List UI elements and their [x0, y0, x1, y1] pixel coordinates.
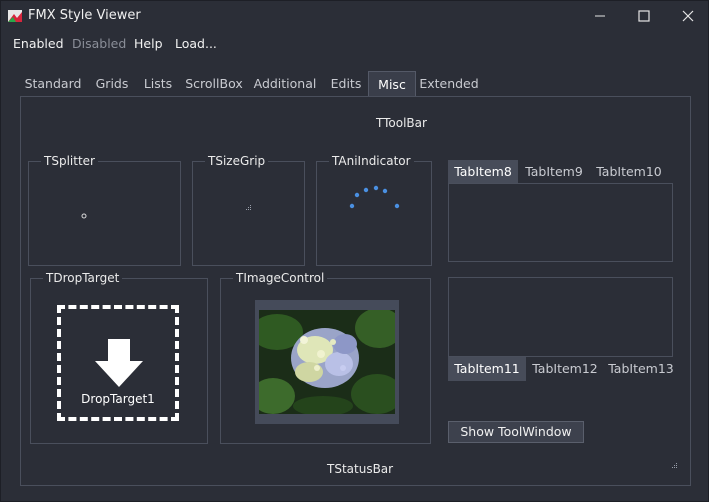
maximize-button[interactable] [622, 1, 666, 31]
splitter-group: TSplitter [28, 154, 181, 266]
minimize-button[interactable] [578, 1, 622, 31]
sizegrip-group: TSizeGrip [192, 154, 305, 266]
statusbar-size-grip-icon[interactable] [670, 463, 678, 471]
menu-bar: Enabled Disabled Help Load... [1, 31, 709, 57]
tab-item-9[interactable]: TabItem9 [520, 160, 588, 184]
tab-item-8[interactable]: TabItem8 [448, 160, 518, 184]
activity-indicator-icon [349, 185, 400, 209]
tab-standard[interactable]: Standard [20, 71, 86, 97]
tab-misc[interactable]: Misc [368, 71, 416, 97]
image-control-frame[interactable] [255, 300, 399, 424]
show-toolwindow-button[interactable]: Show ToolWindow [448, 421, 584, 443]
tab-item-13[interactable]: TabItem13 [604, 357, 678, 381]
tab-item-10[interactable]: TabItem10 [592, 160, 666, 184]
tab-additional[interactable]: Additional [250, 71, 320, 97]
tab-lists[interactable]: Lists [138, 71, 178, 97]
size-grip-icon[interactable] [244, 205, 252, 213]
tab-edits[interactable]: Edits [324, 71, 368, 97]
splitter-title: TSplitter [41, 154, 98, 168]
menu-disabled: Disabled [72, 36, 127, 51]
tabcontrol-bottom-strip: TabItem11 TabItem12 TabItem13 [448, 357, 674, 381]
drop-target-caption: DropTarget1 [81, 392, 155, 406]
arrow-down-icon [95, 339, 143, 387]
tab-scrollbox[interactable]: ScrollBox [182, 71, 246, 97]
imagecontrol-group: TImageControl [220, 271, 431, 444]
drop-target[interactable]: DropTarget1 [57, 305, 179, 421]
imagecontrol-title: TImageControl [233, 271, 328, 285]
window-title: FMX Style Viewer [28, 8, 141, 23]
minimize-icon [595, 15, 605, 17]
aniindicator-title: TAniIndicator [329, 154, 414, 168]
sizegrip-title: TSizeGrip [205, 154, 269, 168]
app-icon [8, 10, 22, 22]
close-icon [682, 10, 694, 22]
droptarget-title: TDropTarget [43, 271, 123, 285]
tab-grids[interactable]: Grids [90, 71, 134, 97]
hydrangea-image [259, 310, 395, 414]
tab-extended[interactable]: Extended [418, 71, 480, 97]
splitter-grip-icon[interactable] [81, 213, 87, 219]
title-bar[interactable]: FMX Style Viewer [1, 1, 709, 31]
droptarget-group: TDropTarget DropTarget1 [30, 271, 208, 444]
maximize-icon [638, 10, 650, 22]
menu-help[interactable]: Help [134, 36, 163, 51]
tabcontrol-bottom-panel [448, 277, 673, 357]
menu-load[interactable]: Load... [175, 36, 217, 51]
app-window: FMX Style Viewer Enabled Disabled Help L… [0, 0, 709, 502]
menu-enabled[interactable]: Enabled [13, 36, 64, 51]
tabcontrol-top-panel [448, 183, 673, 262]
aniindicator-group: TAniIndicator [316, 154, 432, 266]
toolbar-label: TToolBar [376, 116, 427, 130]
close-button[interactable] [666, 1, 709, 31]
tabcontrol-top-strip: TabItem8 TabItem9 TabItem10 [448, 160, 673, 184]
statusbar-label: TStatusBar [327, 462, 394, 476]
tab-item-11[interactable]: TabItem11 [448, 357, 526, 381]
tab-item-12[interactable]: TabItem12 [528, 357, 602, 381]
